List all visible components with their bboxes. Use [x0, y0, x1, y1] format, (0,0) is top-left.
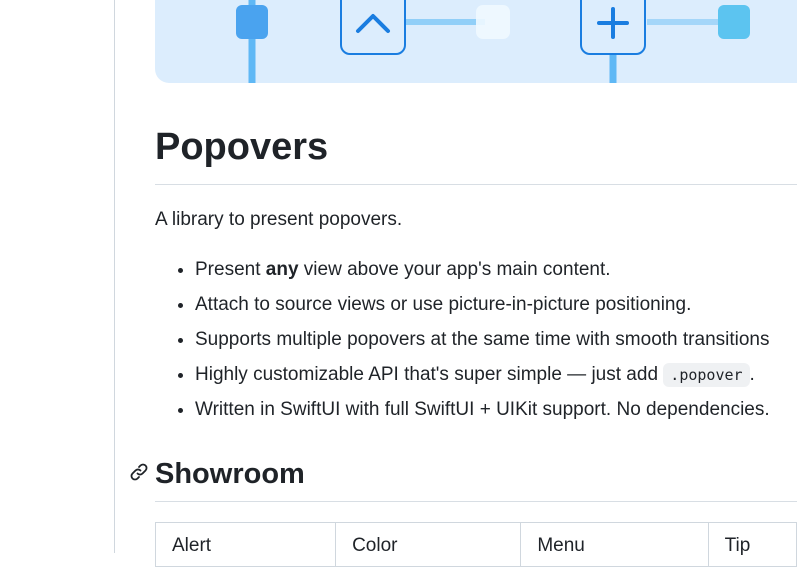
column-header: Color	[335, 522, 522, 567]
chevron-up-icon	[340, 0, 406, 55]
plus-icon	[580, 0, 646, 55]
banner-image	[155, 0, 797, 83]
intro-text: A library to present popovers.	[155, 209, 403, 230]
table-header-row: Alert Color Menu Tip	[154, 522, 797, 567]
heading-divider	[155, 184, 797, 185]
sidebar	[0, 0, 115, 553]
link-icon[interactable]	[128, 461, 150, 483]
showroom-table: Alert Color Menu Tip	[154, 522, 797, 567]
inline-code: .popover	[663, 363, 750, 387]
feature-item: Present any view above your app's main c…	[195, 258, 797, 282]
heading-divider	[155, 501, 797, 502]
feature-item: Written in SwiftUI with full SwiftUI + U…	[195, 398, 797, 422]
column-header: Alert	[154, 522, 337, 567]
page-title: Popovers	[155, 126, 329, 168]
feature-item: Highly customizable API that's super sim…	[195, 363, 797, 387]
feature-list: Present any view above your app's main c…	[155, 258, 797, 433]
feature-item: Supports multiple popovers at the same t…	[195, 328, 797, 352]
feature-item: Attach to source views or use picture-in…	[195, 293, 797, 317]
showroom-heading: Showroom	[155, 458, 305, 490]
column-header: Tip	[707, 522, 797, 567]
column-header: Menu	[520, 522, 709, 567]
